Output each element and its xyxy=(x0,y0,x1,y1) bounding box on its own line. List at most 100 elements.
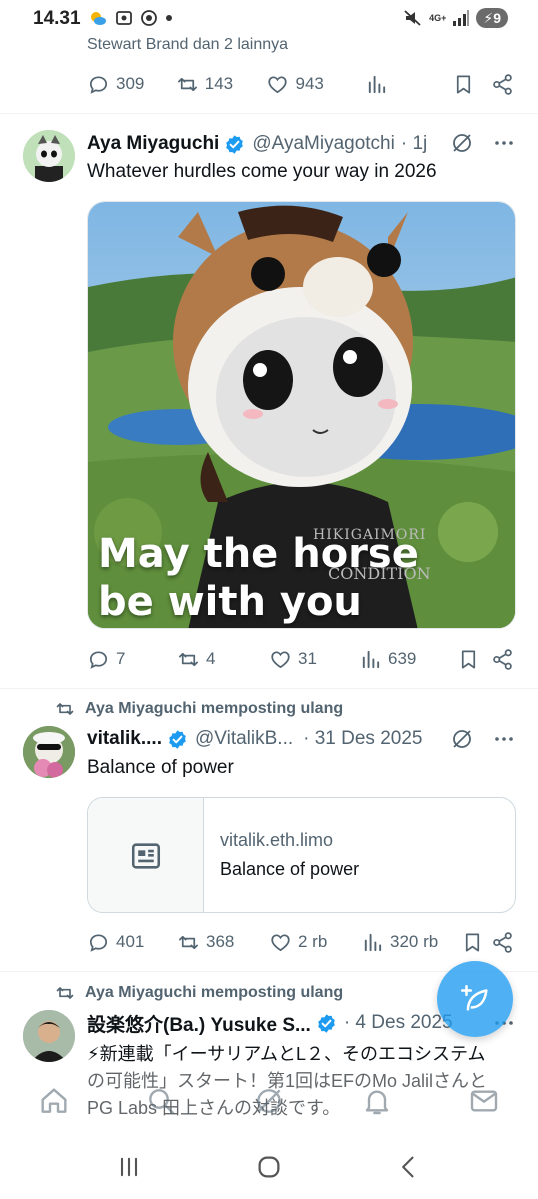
like-count: 2 rb xyxy=(298,932,328,951)
link-preview-card[interactable]: vitalik.eth.limo Balance of power xyxy=(87,797,516,913)
repost-icon xyxy=(177,77,197,91)
status-time: 14.31 xyxy=(33,8,81,29)
grok-icon[interactable] xyxy=(450,131,474,155)
bookmark-icon xyxy=(461,649,476,669)
repost-icon xyxy=(179,935,198,949)
repost-context[interactable]: Aya Miyaguchi memposting ulang xyxy=(55,983,343,1003)
status-bar: 14.31 4G+ ⚡ 9 xyxy=(0,0,538,34)
battery-indicator: ⚡ 9 xyxy=(476,8,508,28)
divider xyxy=(0,688,538,689)
search-icon[interactable] xyxy=(145,1085,177,1117)
post-header-icons xyxy=(450,131,516,155)
repost-button[interactable]: 4 xyxy=(177,648,269,671)
avatar-image xyxy=(23,1010,75,1062)
more-icon[interactable] xyxy=(492,131,516,155)
like-button[interactable]: 31 xyxy=(269,648,359,671)
verified-icon xyxy=(169,729,186,749)
like-button[interactable]: 943 xyxy=(266,73,365,96)
share-icon xyxy=(493,73,513,95)
mute-icon xyxy=(404,10,421,26)
avatar[interactable] xyxy=(23,726,75,778)
reply-icon xyxy=(89,933,108,952)
share-button[interactable] xyxy=(491,648,515,671)
link-title: Balance of power xyxy=(220,859,360,879)
avatar[interactable] xyxy=(23,1010,75,1062)
reply-button[interactable]: 7 xyxy=(87,648,177,671)
recent-apps-icon[interactable] xyxy=(115,1153,143,1181)
back-icon[interactable] xyxy=(395,1153,423,1181)
grok-nav-icon[interactable] xyxy=(253,1085,285,1117)
display-name[interactable]: Aya Miyaguchi xyxy=(87,133,219,155)
repost-button[interactable]: 143 xyxy=(176,73,267,96)
system-navigation-bar xyxy=(0,1135,538,1199)
network-type: 4G+ xyxy=(429,12,447,23)
reply-count: 401 xyxy=(116,932,145,951)
signal-icon xyxy=(453,10,470,26)
post-actions-previous: 309 143 943 xyxy=(87,69,515,99)
verified-icon xyxy=(226,134,244,154)
bookmark-button[interactable] xyxy=(452,73,491,96)
home-button-icon[interactable] xyxy=(254,1152,284,1182)
repost-button[interactable]: 368 xyxy=(177,931,269,954)
bookmark-icon xyxy=(456,74,471,94)
status-icons-right: 4G+ ⚡ 9 xyxy=(403,8,508,28)
post-header: vitalik.... @VitalikB... · 31 Des 2025 xyxy=(87,726,422,752)
link-thumbnail xyxy=(88,798,204,912)
repost-context-label: Aya Miyaguchi memposting ulang xyxy=(85,700,344,717)
social-context[interactable]: Stewart Brand dan 2 lainnya xyxy=(87,36,288,54)
repost-icon xyxy=(56,987,74,999)
reply-icon xyxy=(89,650,108,669)
user-handle[interactable]: @VitalikB... xyxy=(195,728,293,750)
like-icon xyxy=(268,75,288,93)
chrome-icon xyxy=(141,10,157,26)
grok-icon[interactable] xyxy=(450,727,474,751)
reply-count: 7 xyxy=(116,649,126,668)
post-time[interactable]: · 31 Des 2025 xyxy=(303,728,422,750)
bookmark-button[interactable] xyxy=(457,648,491,671)
display-name[interactable]: 設楽悠介(Ba.) Yusuke S... xyxy=(87,1010,311,1037)
post-header: Aya Miyaguchi @AyaMiyagotchi · 1j xyxy=(87,131,427,157)
like-icon xyxy=(271,933,290,951)
views-icon xyxy=(362,650,380,668)
avatar[interactable] xyxy=(23,130,75,182)
views-icon xyxy=(364,933,382,951)
views-button[interactable] xyxy=(365,73,452,96)
share-button[interactable] xyxy=(491,931,515,954)
repost-count: 143 xyxy=(204,74,234,93)
reply-button[interactable]: 401 xyxy=(87,931,177,954)
like-button[interactable]: 2 rb xyxy=(269,931,361,954)
like-icon xyxy=(271,650,290,668)
repost-context[interactable]: Aya Miyaguchi memposting ulang xyxy=(55,699,343,719)
post-time[interactable]: · 1j xyxy=(401,133,427,155)
compose-icon xyxy=(460,984,488,1011)
post-media[interactable]: May the horse be with you HIKIGAIMORI CO… xyxy=(87,201,516,629)
views-button[interactable]: 639 xyxy=(359,648,457,671)
post-header-icons xyxy=(450,727,516,751)
views-button[interactable]: 320 rb xyxy=(361,931,461,954)
avatar-image xyxy=(23,726,75,778)
more-icon[interactable] xyxy=(492,727,516,751)
reply-button[interactable]: 309 xyxy=(87,73,176,96)
post-actions-2: 401 368 2 rb 320 rb xyxy=(87,927,515,957)
share-button[interactable] xyxy=(491,73,515,96)
display-name[interactable]: vitalik.... xyxy=(87,728,162,750)
shirt-text-2: CONDITION xyxy=(328,564,431,583)
share-icon xyxy=(493,648,512,670)
post-text: Whatever hurdles come your way in 2026 xyxy=(87,161,437,182)
post-header: 設楽悠介(Ba.) Yusuke S... · 4 Des 2025 xyxy=(87,1010,453,1036)
notifications-icon[interactable] xyxy=(361,1085,393,1117)
repost-context-label: Aya Miyaguchi memposting ulang xyxy=(85,984,344,1001)
article-icon xyxy=(131,843,160,869)
user-handle[interactable]: @AyaMiyagotchi xyxy=(252,133,395,155)
reply-count: 309 xyxy=(116,74,145,93)
bookmark-button[interactable] xyxy=(461,931,491,954)
post-time[interactable]: · 4 Des 2025 xyxy=(344,1012,453,1034)
shirt-text: HIKIGAIMORI xyxy=(313,527,427,543)
dot-icon xyxy=(166,15,172,21)
repost-icon xyxy=(179,652,198,666)
messages-icon[interactable] xyxy=(468,1085,500,1117)
post-actions-1: 7 4 31 639 xyxy=(87,644,515,674)
weather-icon xyxy=(91,12,106,25)
compose-button[interactable] xyxy=(437,961,513,1037)
home-icon[interactable] xyxy=(38,1085,70,1117)
